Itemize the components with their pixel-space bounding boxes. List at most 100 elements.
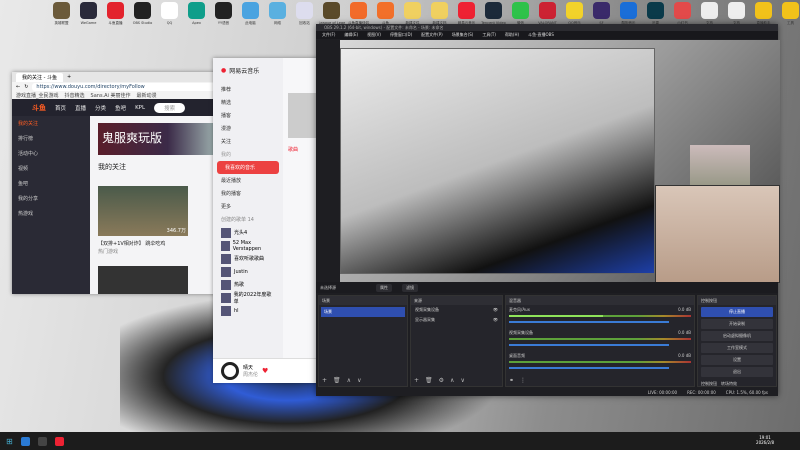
bookmark[interactable]: 游戏直播_全民游戏 <box>16 92 59 99</box>
eye-icon[interactable]: 👁 <box>493 307 498 313</box>
desktop-icon[interactable]: 英雄联盟 <box>48 2 75 34</box>
stream-card[interactable]: 346.7万 <box>98 186 188 236</box>
obs-taskbar-icon[interactable] <box>37 436 47 446</box>
playlist-item[interactable]: 热歌 <box>213 278 283 291</box>
bookmark[interactable]: 最新动漫 <box>137 92 157 99</box>
address-bar[interactable]: https://www.douyu.com/directory/myFollow <box>32 82 218 91</box>
menu-icon[interactable]: ⋮ <box>520 377 526 384</box>
desktop-icon[interactable]: WeGame <box>75 2 102 34</box>
windows-start-icon[interactable]: ⊞ <box>6 437 13 446</box>
playlist-item[interactable]: Justin <box>213 265 283 278</box>
album-cover[interactable] <box>288 93 316 138</box>
tab-transitions[interactable]: 转场特效 <box>721 381 737 387</box>
music-nav-item[interactable]: 最近播放 <box>213 174 283 187</box>
control-button[interactable]: 工作室模式 <box>701 343 773 353</box>
desktop-icon[interactable]: 斗鱼直播 <box>102 2 129 34</box>
music-nav-item[interactable]: 精选 <box>213 96 283 109</box>
control-button[interactable]: 停止直播 <box>701 307 773 317</box>
clock[interactable]: 19:01 2026/2/8 <box>756 435 774 445</box>
down-icon[interactable]: ∨ <box>460 377 464 384</box>
edge-icon[interactable] <box>20 436 30 446</box>
menu-item[interactable]: 场景集合(S) <box>452 32 474 38</box>
scene-item[interactable]: 场景 <box>321 307 405 317</box>
nav-link[interactable]: 分类 <box>95 104 106 112</box>
menu-item[interactable]: 配置文件(P) <box>421 32 443 38</box>
volume-slider[interactable] <box>509 321 670 323</box>
down-icon[interactable]: ∨ <box>357 377 361 384</box>
netease-taskbar-icon[interactable] <box>54 436 64 446</box>
search-input[interactable]: 搜索 <box>154 102 186 113</box>
control-button[interactable]: 设置 <box>701 355 773 365</box>
link-icon[interactable]: ⚭ <box>509 377 514 384</box>
eye-icon[interactable]: 👁 <box>493 317 498 323</box>
tab-controls[interactable]: 控制按钮 <box>701 381 717 387</box>
sidebar-item[interactable]: 我的关注 <box>12 116 90 131</box>
menu-item[interactable]: 编辑(E) <box>344 32 358 38</box>
music-nav-item[interactable]: 推荐 <box>213 83 283 96</box>
stream-card[interactable] <box>98 266 188 294</box>
music-nav-item[interactable]: 关注 <box>213 135 283 148</box>
desktop-icon[interactable]: 工具 <box>777 2 800 34</box>
volume-slider[interactable] <box>509 344 670 346</box>
source-item[interactable]: 显示器采集 👁 <box>411 315 502 325</box>
tab-songs[interactable]: 歌曲 <box>288 146 298 153</box>
filters-button[interactable]: 滤镜 <box>402 283 418 292</box>
playlist-item[interactable]: 光头4 <box>213 226 283 239</box>
menu-item[interactable]: 停靠窗口(D) <box>390 32 412 38</box>
bookmark[interactable]: Sans.Ai 美丽佳作 <box>91 92 131 99</box>
control-button[interactable]: 开始录制 <box>701 319 773 329</box>
douyu-logo[interactable]: 斗鱼 <box>32 103 46 113</box>
like-icon[interactable]: ♥ <box>262 367 268 375</box>
music-nav-item[interactable]: 漫游 <box>213 122 283 135</box>
sidebar-item[interactable]: 热游戏 <box>12 206 90 221</box>
bookmark[interactable]: 抖音精选 <box>65 92 85 99</box>
up-icon[interactable]: ∧ <box>347 377 351 384</box>
browser-tab[interactable]: 我的关注 - 斗鱼 <box>16 72 63 82</box>
desktop-icon[interactable]: YY语音 <box>210 2 237 34</box>
nav-link[interactable]: 鱼吧 <box>115 104 126 112</box>
sidebar-item[interactable]: 视频 <box>12 161 90 176</box>
sidebar-item[interactable]: 活动中心 <box>12 146 90 161</box>
desktop-icon[interactable]: Apex <box>183 2 210 34</box>
desktop-icon[interactable]: 网络 <box>264 2 291 34</box>
nav-link[interactable]: 直播 <box>75 104 86 112</box>
volume-slider[interactable] <box>509 367 670 369</box>
ad-banner[interactable]: 鬼服爽玩版 <box>98 123 214 155</box>
menu-item[interactable]: 工具(T) <box>482 32 496 38</box>
menu-item[interactable]: 视图(V) <box>367 32 381 38</box>
refresh-icon[interactable]: ↻ <box>24 84 28 90</box>
nav-link[interactable]: KPL <box>135 105 145 111</box>
new-tab-button[interactable]: + <box>67 74 71 80</box>
playlist-item[interactable]: 52 Max Verstappen <box>213 239 283 252</box>
sidebar-item[interactable]: 鱼吧 <box>12 176 90 191</box>
disc-icon[interactable] <box>221 362 239 380</box>
music-nav-item[interactable]: 播客 <box>213 109 283 122</box>
nav-link[interactable]: 首页 <box>55 104 66 112</box>
liked-songs-item[interactable]: 我喜欢的音乐 <box>217 161 279 174</box>
add-icon[interactable]: + <box>414 377 419 384</box>
obs-preview[interactable] <box>340 40 780 283</box>
control-button[interactable]: 启动虚拟摄像机 <box>701 331 773 341</box>
source-item[interactable]: 视频采集设备 👁 <box>411 305 502 315</box>
desktop-icon[interactable]: OBS Studio <box>129 2 156 34</box>
menu-item[interactable]: 文件(F) <box>322 32 335 38</box>
playlist-item[interactable]: 喜欢听歌歌曲 <box>213 252 283 265</box>
gear-icon[interactable]: ⚙ <box>439 377 444 384</box>
trash-icon[interactable]: 🗑 <box>425 377 433 384</box>
up-icon[interactable]: ∧ <box>450 377 454 384</box>
menu-item[interactable]: 帮助(H) <box>505 32 519 38</box>
back-icon[interactable]: ← <box>16 84 20 90</box>
playlist-item[interactable]: 我的2022年度歌单 <box>213 291 283 305</box>
sidebar-item[interactable]: 排行榜 <box>12 131 90 146</box>
add-icon[interactable]: + <box>322 377 327 384</box>
music-nav-item[interactable]: 我的播客 <box>213 187 283 200</box>
playlist-item[interactable]: hl <box>213 304 283 317</box>
desktop-icon[interactable]: 此电脑 <box>237 2 264 34</box>
menu-item[interactable]: 斗鱼-直播OBS <box>528 32 554 38</box>
trash-icon[interactable]: 🗑 <box>333 377 341 384</box>
sidebar-item[interactable]: 我的分享 <box>12 191 90 206</box>
desktop-icon[interactable]: 回收站 <box>291 2 318 34</box>
properties-button[interactable]: 属性 <box>376 283 392 292</box>
music-nav-item[interactable]: 更多 <box>213 200 283 213</box>
control-button[interactable]: 退出 <box>701 367 773 377</box>
